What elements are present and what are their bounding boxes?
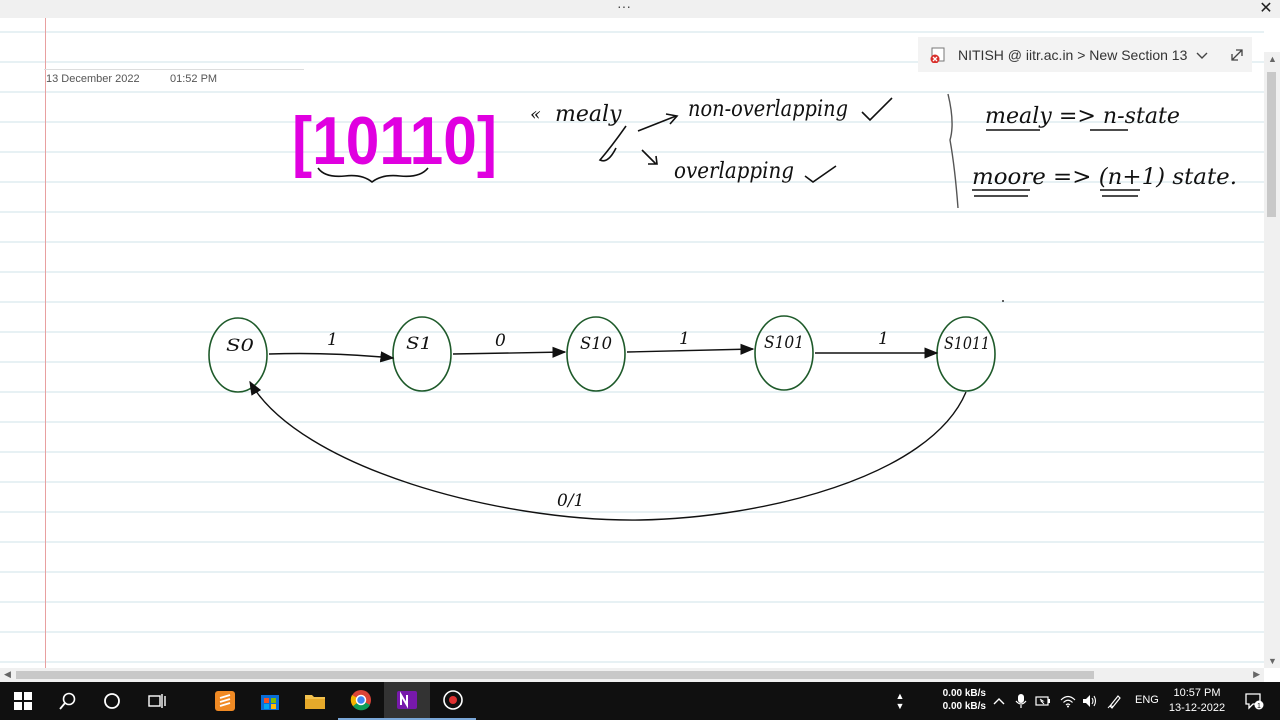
state-s10 [566, 316, 626, 392]
cortana-button[interactable] [90, 682, 134, 720]
svg-text:«: « [530, 104, 541, 125]
task-view-button[interactable] [134, 682, 180, 720]
windows-icon [14, 692, 32, 710]
breadcrumb[interactable]: NITISH @ iitr.ac.in > New Section 13 [918, 37, 1252, 72]
sequence-text: [10110] [292, 103, 497, 179]
taskbar-app-sublime[interactable] [202, 682, 248, 720]
state-s0-label: S0 [226, 336, 254, 356]
state-s1-label: S1 [406, 334, 432, 354]
handwriting-canvas: [10110] « mealy non-overlapping overlapp… [208, 93, 1237, 521]
onenote-icon [397, 691, 417, 709]
sequence-ink: [10110] [292, 103, 497, 184]
horizontal-scroll-thumb[interactable] [16, 671, 1094, 679]
overlapping-label: overlapping [674, 159, 794, 184]
task-view-icon [148, 694, 166, 708]
transition-s0-s1 [268, 351, 395, 363]
transition-s1011-s0 [249, 380, 967, 521]
wifi-icon[interactable] [1058, 682, 1078, 720]
network-monitor-arrows-icon: ▲ ▼ [895, 691, 905, 711]
rule-bracket [947, 93, 959, 209]
state-s101-label: S101 [764, 333, 804, 353]
notifications-button[interactable]: 1 [1234, 682, 1274, 720]
state-s1 [392, 316, 452, 392]
state-s101 [754, 315, 814, 391]
transition-label-3: 1 [679, 329, 690, 349]
taskbar-app-recorder[interactable] [430, 682, 476, 720]
taskbar-app-onenote[interactable] [384, 682, 430, 720]
transition-label-4: 1 [878, 329, 889, 349]
close-icon[interactable]: ✕ [1258, 0, 1274, 18]
cortana-icon [104, 693, 120, 709]
non-overlapping-label: non-overlapping [688, 97, 848, 122]
taskbar-app-explorer[interactable] [292, 682, 338, 720]
state-diagram: S0 S1 S10 S101 S1011 1 0 1 1 0/1 [208, 315, 996, 521]
search-button[interactable] [46, 682, 90, 720]
net-upload: 0.00 kB/s [942, 688, 986, 699]
transition-s1-s10 [452, 346, 567, 358]
scroll-down-icon[interactable]: ▼ [1268, 656, 1277, 666]
state-s10-label: S10 [580, 334, 612, 354]
transition-s10-s101 [626, 343, 755, 355]
vertical-scrollbar[interactable]: ▲ ▼ [1264, 52, 1280, 668]
moore-rule: moore => (n+1) state. [972, 165, 1237, 190]
show-hidden-icons-chevron-icon[interactable] [990, 682, 1008, 720]
transition-label-1: 1 [327, 330, 338, 350]
start-button[interactable] [0, 682, 46, 720]
taskbar-app-store[interactable] [248, 682, 292, 720]
notification-count: 1 [1257, 703, 1261, 710]
state-s1011 [936, 316, 996, 392]
breadcrumb-text[interactable]: NITISH @ iitr.ac.in > New Section 13 [958, 47, 1187, 63]
scroll-up-icon[interactable]: ▲ [1268, 54, 1277, 64]
vertical-scroll-thumb[interactable] [1267, 72, 1276, 217]
chevron-down-icon[interactable] [1195, 48, 1209, 62]
section-icon [930, 47, 945, 63]
mealy-rule: mealy => n-state [985, 104, 1180, 129]
mealy-branches: « mealy non-overlapping overlapping [530, 97, 893, 184]
more-options-icon[interactable]: ··· [612, 0, 636, 16]
expand-icon[interactable] [1228, 46, 1246, 64]
language-indicator[interactable]: ENG [1135, 694, 1159, 706]
scroll-left-icon[interactable]: ◀ [4, 669, 11, 680]
chrome-icon [350, 690, 371, 711]
notification-icon: 1 [1245, 693, 1264, 710]
mealy-label: mealy [555, 102, 622, 127]
taskbar-app-chrome[interactable] [338, 682, 384, 720]
store-icon [261, 695, 279, 710]
folder-icon [305, 695, 325, 709]
battery-icon[interactable] [1034, 682, 1052, 720]
clock-date: 13-12-2022 [1168, 702, 1226, 714]
net-download: 0.00 kB/s [942, 701, 986, 712]
horizontal-scrollbar[interactable]: ◀ ▶ [0, 668, 1264, 682]
rule-notes: mealy => n-state moore => (n+1) state. [972, 104, 1237, 197]
sublime-text-icon [215, 691, 235, 711]
screen-recorder-icon [443, 690, 463, 710]
system-clock[interactable]: 10:57 PM 13-12-2022 [1164, 686, 1230, 716]
microphone-icon[interactable] [1012, 682, 1030, 720]
volume-icon[interactable] [1080, 682, 1100, 720]
network-speed: 0.00 kB/s 0.00 kB/s [928, 687, 986, 713]
clock-time: 10:57 PM [1173, 687, 1221, 699]
window-title-bar: ··· ✕ [0, 0, 1280, 18]
scroll-right-icon[interactable]: ▶ [1253, 669, 1260, 680]
return-label: 0/1 [557, 491, 584, 511]
note-page[interactable]: 13 December 2022 01:52 PM [10110] « meal… [0, 18, 1264, 668]
taskbar: ▲ ▼ 0.00 kB/s 0.00 kB/s ENG 10:57 PM 13-1… [0, 682, 1280, 720]
search-icon [59, 692, 76, 710]
transition-label-2: 0 [495, 331, 506, 351]
state-s1011-label: S1011 [944, 334, 990, 354]
pen-icon[interactable] [1104, 682, 1126, 720]
